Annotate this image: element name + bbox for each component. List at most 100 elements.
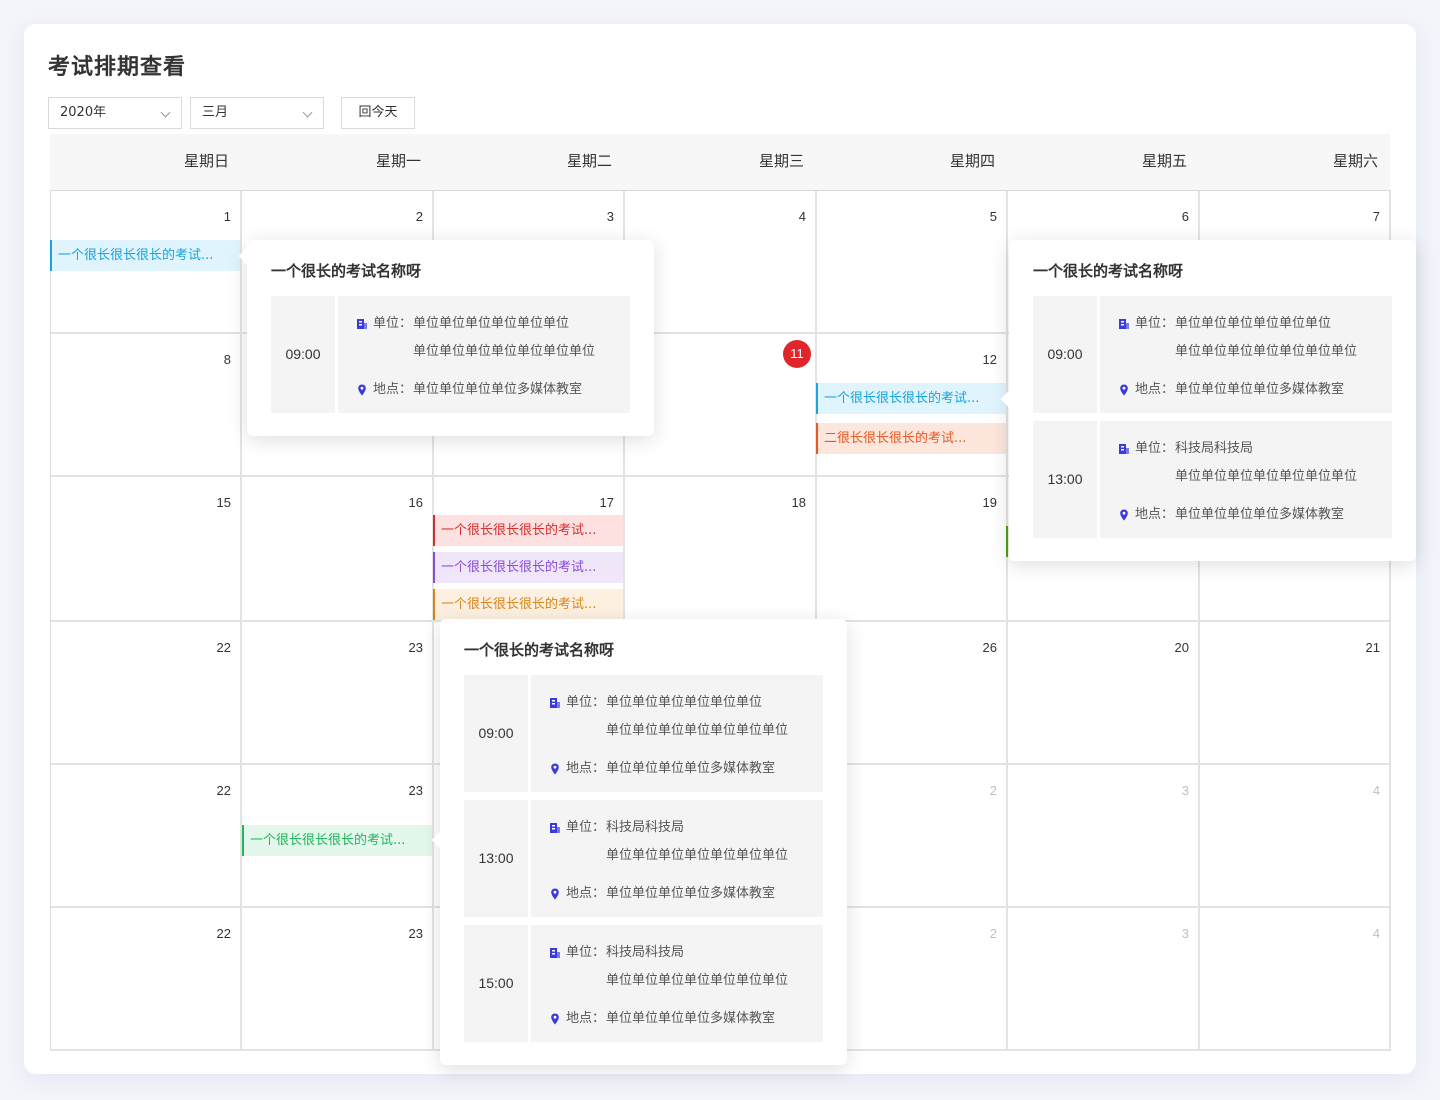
- location-pin-icon: [551, 888, 559, 899]
- calendar-day-cell[interactable]: 22: [51, 908, 242, 1051]
- exam-detail-popover: 一个很长的考试名称呀 09:00 单位： 单位单位单位单位单位单位 单位单位单位…: [238, 240, 654, 436]
- calendar-day-cell[interactable]: 22: [51, 622, 242, 765]
- time-slot: 13:00 单位： 科技局科技局 单位单位单位单位单位单位单位 地点： 单位单位…: [1033, 421, 1392, 538]
- place-value: 单位单位单位单位多媒体教室: [1175, 382, 1345, 397]
- location-pin-icon: [1120, 509, 1128, 520]
- day-number: 20: [1174, 640, 1189, 655]
- unit-value: 单位单位单位单位单位单位: [1175, 316, 1332, 331]
- calendar-day-cell[interactable]: 15: [51, 477, 242, 622]
- time-slot: 15:00 单位： 科技局科技局 单位单位单位单位单位单位单位 地点： 单位单位…: [464, 925, 823, 1042]
- weekday-label: 星期五: [1141, 152, 1187, 170]
- day-number: 12: [982, 352, 997, 367]
- unit-value: 单位单位单位单位单位单位: [413, 316, 570, 331]
- exam-event[interactable]: 一个很长很长很长的考试...: [433, 589, 623, 620]
- calendar-day-cell[interactable]: 8: [51, 334, 242, 477]
- chevron-down-icon: [160, 107, 171, 118]
- exam-event[interactable]: 二很长很长很长的考试...: [816, 423, 1006, 454]
- day-number: 23: [408, 640, 423, 655]
- day-number: 4: [1372, 783, 1380, 798]
- unit-value-cont: 单位单位单位单位单位单位单位: [1175, 344, 1358, 359]
- unit-label: 单位：: [566, 695, 606, 710]
- day-number: 16: [408, 495, 423, 510]
- day-number: 22: [216, 640, 231, 655]
- location-pin-icon: [551, 1013, 559, 1024]
- month-select-value: 三月: [202, 105, 229, 120]
- unit-value: 科技局科技局: [1175, 441, 1254, 456]
- building-icon: [550, 947, 560, 958]
- slot-info: 单位： 单位单位单位单位单位单位 单位单位单位单位单位单位单位 地点： 单位单位…: [1100, 296, 1392, 413]
- location-pin-icon: [551, 763, 559, 774]
- weekday-label: 星期二: [566, 152, 612, 170]
- exam-event[interactable]: 一个很长很长很长的考试...: [433, 515, 623, 546]
- slot-info: 单位： 单位单位单位单位单位单位 单位单位单位单位单位单位单位 地点： 单位单位…: [531, 675, 823, 792]
- time-slot: 09:00 单位： 单位单位单位单位单位单位 单位单位单位单位单位单位单位 地点…: [271, 296, 630, 413]
- building-icon: [357, 318, 367, 329]
- exam-event[interactable]: 一个很长很长很长的考试...: [816, 383, 1006, 414]
- exam-event[interactable]: 一个很长很长很长的考试...: [242, 825, 432, 856]
- day-number: 7: [1372, 209, 1380, 224]
- calendar-day-cell[interactable]: 21: [1200, 622, 1391, 765]
- popover-title: 一个很长的考试名称呀: [271, 262, 422, 280]
- calendar-day-cell[interactable]: 4: [1200, 908, 1391, 1051]
- calendar-day-cell[interactable]: 23: [242, 908, 434, 1051]
- month-select[interactable]: 三月: [190, 97, 324, 129]
- day-number: 4: [1372, 926, 1380, 941]
- weekday-header: 星期日 星期一 星期二 星期三 星期四 星期五 星期六: [50, 134, 1390, 190]
- unit-row: 单位：: [549, 816, 605, 835]
- calendar-day-cell[interactable]: 18: [625, 477, 817, 622]
- exam-detail-popover: 一个很长的考试名称呀 09:00 单位： 单位单位单位单位单位单位 单位单位单位…: [1000, 240, 1416, 561]
- calendar-day-cell[interactable]: 19: [817, 477, 1008, 622]
- slot-time: 13:00: [1033, 421, 1097, 538]
- day-number: 19: [982, 495, 997, 510]
- calendar-day-cell[interactable]: 23: [242, 622, 434, 765]
- day-number: 2: [989, 783, 997, 798]
- today-button[interactable]: 回今天: [341, 97, 415, 129]
- year-select[interactable]: 2020年: [48, 97, 182, 129]
- day-number: 8: [223, 352, 231, 367]
- day-number: 26: [982, 640, 997, 655]
- calendar-day-cell[interactable]: 3: [1008, 765, 1200, 908]
- day-number: 18: [791, 495, 806, 510]
- exam-event[interactable]: 一个很长很长很长的考试...: [433, 552, 623, 583]
- weekday-label: 星期四: [949, 152, 995, 170]
- day-number: 2: [989, 926, 997, 941]
- calendar-day-cell[interactable]: 5: [817, 191, 1008, 334]
- calendar-day-cell[interactable]: 4: [1200, 765, 1391, 908]
- unit-label: 单位：: [566, 945, 606, 960]
- unit-value-cont: 单位单位单位单位单位单位单位: [606, 723, 789, 738]
- slot-info: 单位： 科技局科技局 单位单位单位单位单位单位单位 地点： 单位单位单位单位多媒…: [531, 800, 823, 917]
- slot-time: 09:00: [464, 675, 528, 792]
- chevron-down-icon: [302, 107, 313, 118]
- popover-title: 一个很长的考试名称呀: [464, 641, 615, 659]
- place-value: 单位单位单位单位多媒体教室: [606, 1011, 776, 1026]
- place-label: 地点：: [1135, 507, 1175, 522]
- unit-label: 单位：: [1135, 441, 1175, 456]
- place-row: 地点：: [549, 882, 605, 901]
- day-number: 21: [1365, 640, 1380, 655]
- place-row: 地点：: [549, 1007, 605, 1026]
- weekday-label: 星期三: [758, 152, 804, 170]
- unit-value: 科技局科技局: [606, 945, 685, 960]
- calendar-day-cell[interactable]: 22: [51, 765, 242, 908]
- place-value: 单位单位单位单位多媒体教室: [1175, 507, 1345, 522]
- day-number: 15: [216, 495, 231, 510]
- unit-value: 单位单位单位单位单位单位: [606, 695, 763, 710]
- unit-value-cont: 单位单位单位单位单位单位单位: [1175, 469, 1358, 484]
- unit-label: 单位：: [373, 316, 413, 331]
- location-pin-icon: [1120, 384, 1128, 395]
- calendar-day-cell[interactable]: 16: [242, 477, 434, 622]
- unit-label: 单位：: [566, 820, 606, 835]
- calendar-day-cell[interactable]: 3: [1008, 908, 1200, 1051]
- location-pin-icon: [358, 384, 366, 395]
- exam-detail-popover: 一个很长的考试名称呀 09:00 单位： 单位单位单位单位单位单位 单位单位单位…: [431, 619, 847, 1065]
- day-number: 23: [408, 926, 423, 941]
- calendar-day-cell[interactable]: 20: [1008, 622, 1200, 765]
- weekday-label: 星期六: [1332, 152, 1378, 170]
- weekday-label: 星期一: [375, 152, 421, 170]
- slot-time: 09:00: [1033, 296, 1097, 413]
- exam-event[interactable]: 一个很长很长很长的考试...: [50, 240, 240, 271]
- day-number: 2: [415, 209, 423, 224]
- unit-value: 科技局科技局: [606, 820, 685, 835]
- unit-row: 单位：: [549, 691, 605, 710]
- popover-title: 一个很长的考试名称呀: [1033, 262, 1184, 280]
